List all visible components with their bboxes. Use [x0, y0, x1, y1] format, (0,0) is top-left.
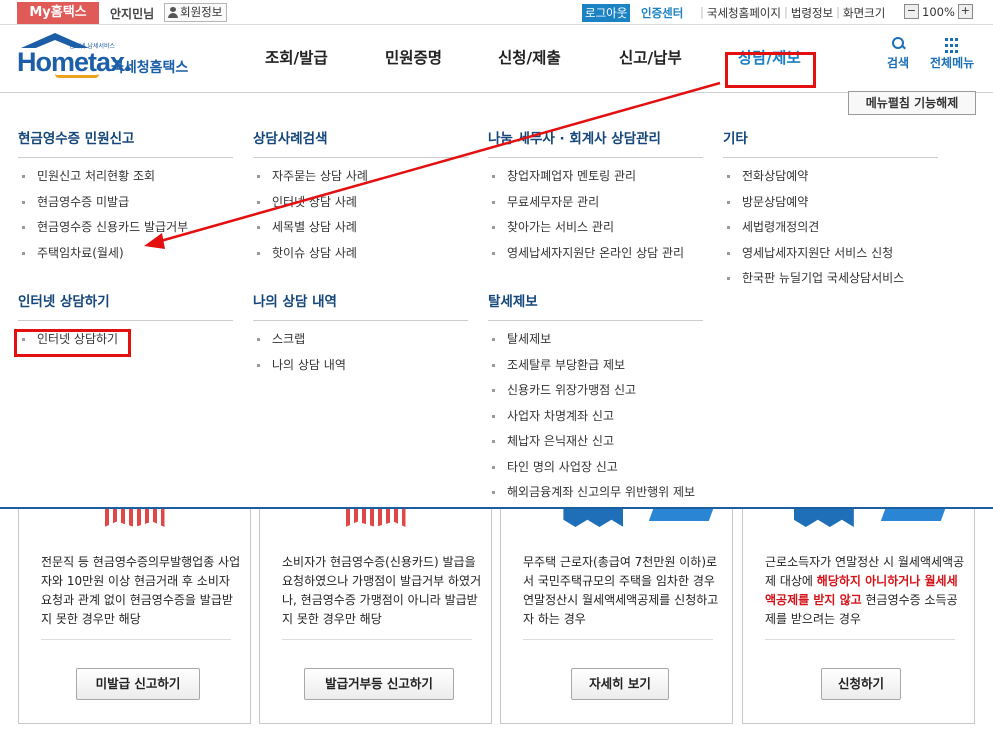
menu-item-startup-mentoring[interactable]: 창업자폐업자 멘토링 관리: [488, 168, 703, 194]
site-header: 인터넷 납세서비스 Hometax. 국세청홈택스 조회/발급 민원증명 신청/…: [0, 26, 993, 92]
screen-size-label: 화면크기: [843, 6, 886, 20]
utility-bar: My홈택스 안지민님 회원정보 로그아웃 인증센터 | 국세청홈페이지 | 법령…: [0, 0, 993, 25]
menu-item-cash-receipt-not-issued[interactable]: 현금영수증 미발급: [18, 194, 233, 220]
apply-button[interactable]: 신청하기: [821, 668, 901, 700]
card-description: 소비자가 현금영수증(신용카드) 발급을 요청하였으나 가맹점이 발급거부 하였…: [282, 555, 482, 626]
zoom-in-button[interactable]: +: [957, 4, 973, 19]
section-title[interactable]: 나의 상담 내역: [253, 290, 468, 321]
menu-item-faq-cases[interactable]: 자주묻는 상담 사례: [253, 168, 468, 194]
section-title[interactable]: 나눔 세무사 · 회계사 상담관리: [488, 127, 703, 158]
section-case-search: 상담사례검색 자주묻는 상담 사례 인터넷 상담 사례 세목별 상담 사례 핫이…: [253, 127, 468, 270]
logo-korean: 국세청홈택스: [111, 60, 189, 76]
view-details-button[interactable]: 자세히 보기: [571, 668, 669, 700]
logo-word-home: Home: [17, 47, 89, 77]
section-title[interactable]: 탈세제보: [488, 290, 703, 321]
menu-item-tax-law-opinion[interactable]: 세법령개정의견: [723, 219, 938, 245]
all-menu-button[interactable]: 전체메뉴: [930, 36, 974, 71]
logo-swoosh: [55, 74, 99, 78]
not-issued-report-button[interactable]: 미발급 신고하기: [76, 668, 200, 700]
grid-menu-icon: [945, 36, 959, 54]
card-rent-deduction: 무주택 근로자(총급여 7천만원 이하)로서 국민주택규모의 주택을 임차한 경…: [500, 509, 733, 724]
search-icon: [891, 36, 905, 54]
nav-highlight-box: [725, 52, 816, 88]
zoom-control: − 100% +: [904, 4, 973, 19]
law-info-link[interactable]: 법령정보: [788, 5, 836, 21]
divider: [765, 639, 955, 640]
mega-menu-panel: 메뉴펼침 기능해제 현금영수증 민원신고 민원신고 처리현황 조회 현금영수증 …: [0, 91, 993, 509]
section-tax-evasion-report: 탈세제보 탈세제보 조세탈루 부당환급 제보 신용카드 위장가맹점 신고 사업자…: [488, 290, 703, 510]
nts-homepage-link[interactable]: 국세청홈페이지: [704, 5, 784, 21]
divider: [41, 639, 231, 640]
menu-item-hot-issue-cases[interactable]: 핫이슈 상담 사례: [253, 245, 468, 271]
menu-item-borrowed-account-report[interactable]: 사업자 차명계좌 신고: [488, 408, 703, 434]
menu-item-illegal-refund-report[interactable]: 조세탈루 부당환급 제보: [488, 357, 703, 383]
menu-item-tax-item-cases[interactable]: 세목별 상담 사례: [253, 219, 468, 245]
menu-item-my-consult-history[interactable]: 나의 상담 내역: [253, 357, 468, 383]
nav-civil-certificate[interactable]: 민원증명: [385, 46, 442, 68]
menu-item-tax-evasion-report[interactable]: 탈세제보: [488, 331, 703, 357]
section-title[interactable]: 현금영수증 민원신고: [18, 127, 233, 158]
section-tax-accountant-consult: 나눔 세무사 · 회계사 상담관리 창업자폐업자 멘토링 관리 무료세무자문 관…: [488, 127, 703, 270]
all-menu-label: 전체메뉴: [930, 56, 975, 70]
section-title[interactable]: 상담사례검색: [253, 127, 468, 158]
card-ribbon-icon: [345, 509, 406, 527]
house-rent-highlight-box: [14, 329, 131, 357]
card-ribbon-icon: [793, 509, 854, 527]
divider: [282, 639, 472, 640]
auth-center-link[interactable]: 인증센터: [641, 5, 683, 21]
card-description: 근로소득자가 연말정산 시 월세액세액공제 대상에 해당하지 아니하거나 월세세…: [765, 553, 965, 629]
card-description: 전문직 등 현금영수증의무발행업종 사업자와 10만원 이상 현금거래 후 소비…: [41, 555, 241, 626]
menu-item-overseas-account-report[interactable]: 해외금융계좌 신고의무 위반행위 제보: [488, 484, 703, 510]
menu-column-2: 상담사례검색 자주묻는 상담 사례 인터넷 상담 사례 세목별 상담 사례 핫이…: [253, 127, 468, 402]
section-my-consult: 나의 상담 내역 스크랩 나의 상담 내역: [253, 290, 468, 382]
search-button[interactable]: 검색: [887, 36, 909, 71]
card-ribbon-icon: [104, 509, 165, 527]
refusal-report-button[interactable]: 발급거부등 신고하기: [304, 668, 454, 700]
menu-item-visit-reservation[interactable]: 방문상담예약: [723, 194, 938, 220]
section-cash-receipt-complaint: 현금영수증 민원신고 민원신고 처리현황 조회 현금영수증 미발급 현금영수증 …: [18, 127, 233, 270]
card-cash-receipt-apply: 근로소득자가 연말정산 시 월세액세액공제 대상에 해당하지 아니하거나 월세세…: [742, 509, 975, 724]
user-greeting: 안지민님: [110, 7, 155, 21]
util-links: | 국세청홈페이지 | 법령정보 | 화면크기: [700, 5, 888, 21]
menu-item-hidden-assets-report[interactable]: 체납자 은닉재산 신고: [488, 433, 703, 459]
section-title[interactable]: 기타: [723, 127, 938, 158]
card-banner-decoration: [880, 509, 946, 521]
nav-report-pay[interactable]: 신고/납부: [619, 46, 682, 68]
menu-item-free-tax-advice[interactable]: 무료세무자문 관리: [488, 194, 703, 220]
menu-item-internet-cases[interactable]: 인터넷 상담 사례: [253, 194, 468, 220]
logout-button[interactable]: 로그아웃: [582, 4, 631, 22]
card-description: 무주택 근로자(총급여 7천만원 이하)로서 국민주택규모의 주택을 임차한 경…: [523, 555, 719, 626]
nav-apply-submit[interactable]: 신청/제출: [498, 46, 561, 68]
menu-item-visiting-service[interactable]: 찾아가는 서비스 관리: [488, 219, 703, 245]
my-hometax-tab[interactable]: My홈택스: [17, 2, 99, 24]
menu-column-4: 기타 전화상담예약 방문상담예약 세법령개정의견 영세납세자지원단 서비스 신청…: [723, 127, 938, 316]
menu-item-fake-merchant-report[interactable]: 신용카드 위장가맹점 신고: [488, 382, 703, 408]
hometax-logo[interactable]: 인터넷 납세서비스 Hometax. 국세청홈택스: [17, 33, 202, 79]
section-title[interactable]: 인터넷 상담하기: [18, 290, 233, 321]
menu-item-issue-refusal[interactable]: 현금영수증 신용카드 발급거부: [18, 219, 233, 245]
zoom-out-button[interactable]: −: [904, 4, 919, 19]
search-label: 검색: [887, 56, 910, 70]
card-not-issued: 전문직 등 현금영수증의무발행업종 사업자와 10만원 이상 현금거래 후 소비…: [18, 509, 251, 724]
section-etc: 기타 전화상담예약 방문상담예약 세법령개정의견 영세납세자지원단 서비스 신청…: [723, 127, 938, 296]
card-issue-refusal: 소비자가 현금영수증(신용카드) 발급을 요청하였으나 가맹점이 발급거부 하였…: [259, 509, 492, 724]
zoom-level: 100%: [922, 4, 955, 19]
menu-expand-toggle-button[interactable]: 메뉴펼침 기능해제: [848, 91, 976, 115]
menu-item-borrowed-name-business-report[interactable]: 타인 명의 사업장 신고: [488, 459, 703, 485]
menu-item-phone-reservation[interactable]: 전화상담예약: [723, 168, 938, 194]
menu-column-3: 나눔 세무사 · 회계사 상담관리 창업자폐업자 멘토링 관리 무료세무자문 관…: [488, 127, 703, 530]
menu-item-online-consult-mgmt[interactable]: 영세납세자지원단 온라인 상담 관리: [488, 245, 703, 271]
nav-inquiry-issue[interactable]: 조회/발급: [265, 46, 328, 68]
user-icon: [168, 7, 178, 18]
menu-item-new-deal-consult[interactable]: 한국판 뉴딜기업 국세상담서비스: [723, 270, 938, 296]
menu-item-house-rent[interactable]: 주택임차료(월세): [18, 245, 233, 271]
menu-item-complaint-status[interactable]: 민원신고 처리현황 조회: [18, 168, 233, 194]
member-info-button[interactable]: 회원정보: [164, 3, 228, 22]
menu-item-scrap[interactable]: 스크랩: [253, 331, 468, 357]
member-info-label: 회원정보: [180, 5, 223, 19]
divider: [523, 639, 713, 640]
menu-item-small-taxpayer-support[interactable]: 영세납세자지원단 서비스 신청: [723, 245, 938, 271]
